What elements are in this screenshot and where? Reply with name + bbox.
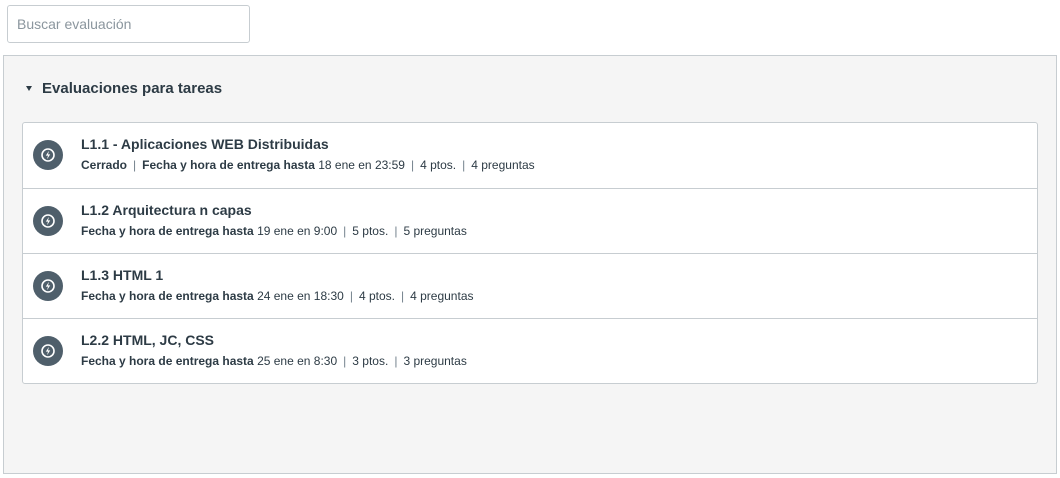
separator: |	[462, 158, 466, 172]
due-date: 19 ene en 9:00	[257, 224, 338, 238]
quiz-icon	[33, 206, 63, 236]
points-text: 4 ptos.	[420, 158, 457, 172]
due-date: 25 ene en 8:30	[257, 354, 338, 368]
assessment-meta: Fecha y hora de entrega hasta 24 ene en …	[81, 289, 474, 304]
list-item: L1.2 Arquitectura n capas Fecha y hora d…	[23, 188, 1037, 253]
list-item: L1.1 - Aplicaciones WEB Distribuidas Cer…	[23, 123, 1037, 188]
due-date: 18 ene en 23:59	[318, 158, 405, 172]
search-input[interactable]	[7, 5, 250, 43]
group-toggle[interactable]: Evaluaciones para tareas	[26, 80, 222, 97]
separator: |	[349, 289, 353, 303]
list-item: L2.2 HTML, JC, CSS Fecha y hora de entre…	[23, 318, 1037, 383]
quiz-icon	[33, 336, 63, 366]
questions-text: 4 preguntas	[471, 158, 535, 172]
separator: |	[343, 224, 347, 238]
assessment-title-link[interactable]: L1.2 Arquitectura n capas	[81, 202, 467, 219]
points-text: 5 ptos.	[352, 224, 389, 238]
due-label: Fecha y hora de entrega hasta	[81, 289, 254, 303]
points-text: 3 ptos.	[352, 354, 389, 368]
list-item: L1.3 HTML 1 Fecha y hora de entrega hast…	[23, 253, 1037, 318]
assessment-meta: Fecha y hora de entrega hasta 19 ene en …	[81, 224, 467, 239]
points-text: 4 ptos.	[358, 289, 395, 303]
questions-text: 5 preguntas	[403, 224, 467, 238]
quiz-icon	[33, 271, 63, 301]
questions-text: 4 preguntas	[410, 289, 474, 303]
assessment-meta: Cerrado | Fecha y hora de entrega hasta 18…	[81, 158, 535, 173]
separator: |	[133, 158, 137, 172]
questions-text: 3 preguntas	[403, 354, 467, 368]
assessment-list: L1.1 - Aplicaciones WEB Distribuidas Cer…	[22, 122, 1038, 384]
separator: |	[410, 158, 415, 172]
separator: |	[394, 224, 398, 238]
assessment-title-link[interactable]: L2.2 HTML, JC, CSS	[81, 332, 467, 349]
group-title: Evaluaciones para tareas	[42, 80, 223, 97]
separator: |	[400, 289, 405, 303]
assessment-title-link[interactable]: L1.3 HTML 1	[81, 267, 474, 284]
due-date: 24 ene en 18:30	[257, 289, 344, 303]
due-label: Fecha y hora de entrega hasta	[81, 354, 254, 368]
assessment-meta: Fecha y hora de entrega hasta 25 ene en …	[81, 354, 467, 369]
due-label: Fecha y hora de entrega hasta	[142, 158, 315, 172]
due-label: Fecha y hora de entrega hasta	[81, 224, 254, 238]
assessments-panel: Evaluaciones para tareas L1.1 - Aplicaci…	[3, 55, 1057, 474]
separator: |	[394, 354, 398, 368]
separator: |	[343, 354, 347, 368]
assessment-title-link[interactable]: L1.1 - Aplicaciones WEB Distribuidas	[81, 136, 535, 153]
caret-down-icon	[26, 86, 32, 91]
quiz-icon	[33, 140, 63, 170]
status-text: Cerrado	[81, 158, 128, 172]
